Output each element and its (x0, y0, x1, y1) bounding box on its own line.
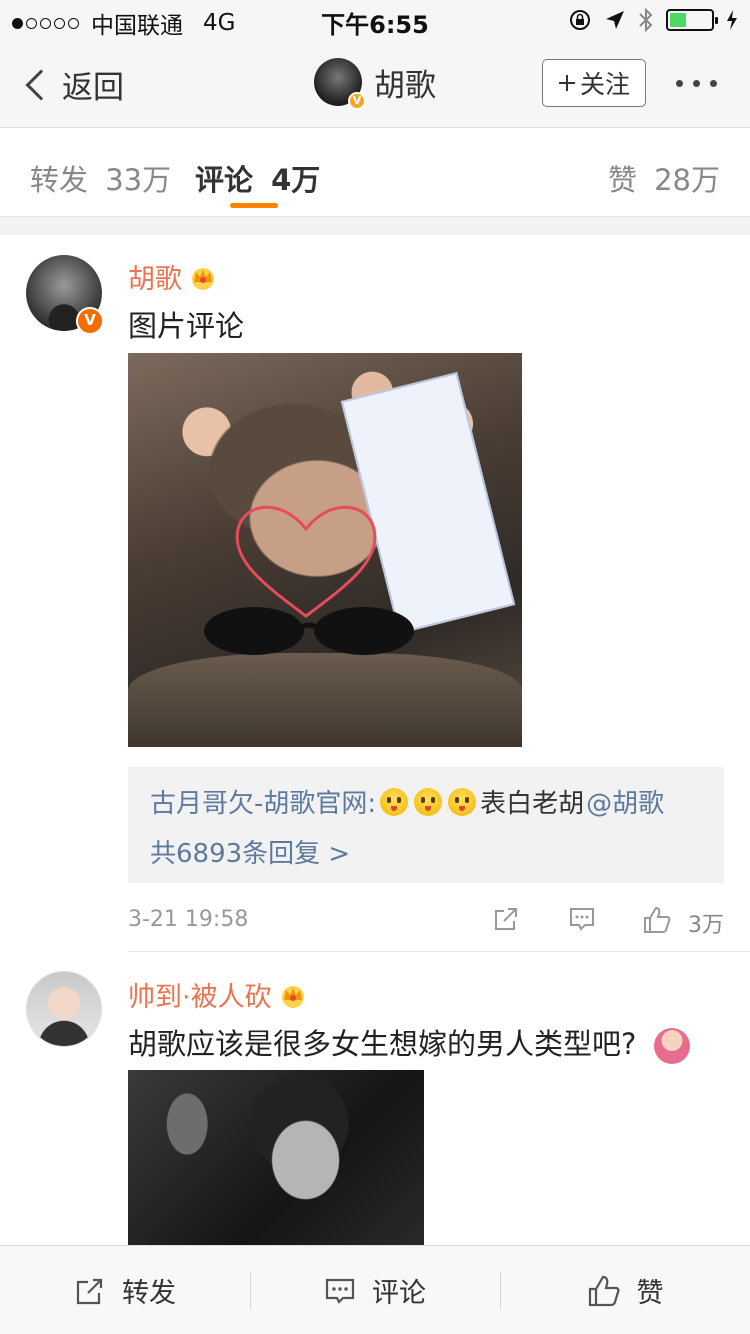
crown-icon (278, 982, 308, 1008)
like-icon[interactable] (642, 905, 672, 935)
back-button[interactable]: 返回 (22, 62, 124, 107)
tab-reposts-label: 转发 (30, 163, 89, 197)
back-label: 返回 (62, 70, 124, 106)
more-options-icon[interactable] (676, 80, 717, 87)
comment-username[interactable]: 胡歌 (128, 257, 218, 296)
tab-likes[interactable]: 赞 28万 (608, 157, 720, 199)
reply-line: 古月哥欠-胡歌官网: 表白老胡 @胡歌 (150, 783, 664, 820)
reply-preview[interactable]: 古月哥欠-胡歌官网: 表白老胡 @胡歌 共6893条回复 > (128, 767, 724, 883)
comment-button[interactable]: 评论 (250, 1246, 500, 1334)
chevron-left-icon (25, 68, 57, 101)
repost-button[interactable]: 转发 (0, 1246, 250, 1334)
status-bar: 中国联通 4G 下午6:55 (0, 0, 750, 40)
raising-hand-emoji-icon (653, 1028, 690, 1064)
comment-icon (325, 1278, 355, 1304)
reply-author[interactable]: 古月哥欠-胡歌官网: (150, 783, 376, 820)
section-gap (0, 217, 750, 235)
follow-button[interactable]: 关注 (542, 59, 646, 107)
comment-image[interactable] (128, 353, 522, 747)
view-replies-link[interactable]: 共6893条回复 > (150, 833, 350, 870)
jacket-shape (128, 653, 522, 747)
tab-likes-count: 28万 (654, 163, 720, 197)
plus-icon (558, 75, 575, 91)
follow-label: 关注 (579, 70, 630, 99)
username-text: 帅到·被人砍 (128, 982, 272, 1013)
tab-bar: 转发 33万 评论 4万 赞 28万 (0, 129, 750, 217)
comment-text: 胡歌应该是很多女生想嫁的男人类型吧? (128, 1027, 637, 1061)
tab-comments[interactable]: 评论 4万 (195, 157, 320, 199)
comment-username[interactable]: 帅到·被人砍 (128, 975, 308, 1014)
comment-meta: 3-21 19:58 3万 (128, 901, 724, 941)
comment-list[interactable]: V 胡歌 图片评论 古月哥欠-胡歌官网: 表白老胡 @胡歌 共6893条回复 >… (0, 235, 750, 1245)
repost-label: 转发 (122, 1278, 176, 1309)
comment-date: 3-21 19:58 (128, 907, 249, 932)
verified-badge-icon: V (76, 307, 104, 335)
comment-image[interactable] (128, 1070, 424, 1245)
verified-badge-icon: V (348, 92, 366, 110)
reply-mention[interactable]: @胡歌 (586, 783, 664, 820)
active-tab-indicator (230, 203, 278, 208)
tab-likes-label: 赞 (607, 163, 637, 197)
emoji-icon (380, 787, 409, 816)
tab-reposts[interactable]: 转发 33万 (30, 157, 171, 199)
comment-text: 图片评论 (128, 309, 245, 343)
emoji-icon (414, 787, 443, 816)
rotation-lock-icon (570, 10, 590, 30)
like-label: 赞 (636, 1278, 664, 1309)
avatar: V (314, 58, 366, 110)
avatar[interactable] (26, 971, 102, 1047)
comment-icon[interactable] (568, 905, 596, 933)
nav-profile[interactable]: V 胡歌 (314, 58, 436, 110)
nav-title: 胡歌 (374, 67, 436, 104)
location-icon (606, 11, 624, 29)
bluetooth-icon (639, 7, 653, 33)
comment-divider (128, 951, 750, 952)
comment-text-row: 胡歌应该是很多女生想嫁的男人类型吧? (128, 1021, 690, 1064)
username-text: 胡歌 (128, 264, 182, 295)
reply-text: 表白老胡 (480, 789, 585, 819)
charging-icon (727, 10, 737, 30)
tab-reposts-count: 33万 (105, 163, 172, 197)
sunglasses-shape (204, 607, 414, 655)
like-button[interactable]: 赞 (500, 1246, 750, 1334)
battery-icon (666, 9, 718, 31)
repost-icon (76, 1278, 103, 1304)
repost-icon[interactable] (492, 905, 520, 933)
tab-comments-count: 4万 (271, 163, 321, 197)
crown-icon (188, 264, 218, 290)
comment-label: 评论 (372, 1278, 426, 1309)
tab-comments-label: 评论 (195, 163, 254, 197)
emoji-icon (448, 787, 477, 816)
bottom-toolbar: 转发 评论 赞 (0, 1245, 750, 1334)
comment-like-count: 3万 (688, 913, 724, 938)
nav-bar: 返回 V 胡歌 关注 (0, 40, 750, 128)
like-icon (588, 1275, 619, 1306)
